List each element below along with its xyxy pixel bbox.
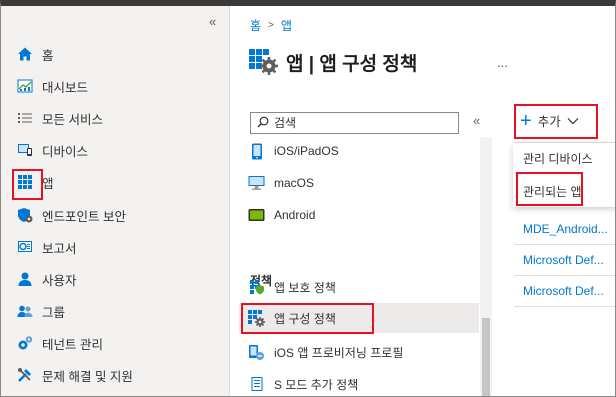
nav-label: 문제 해결 및 지원 <box>42 369 133 384</box>
window-frame: « 홈 대시보드 모든 서비스 디바이스 앱 엔드포인트 보안 보고서 사용자 … <box>0 0 616 397</box>
nav-item-users[interactable]: 사용자 <box>16 266 77 292</box>
menu-item-macos[interactable]: macOS <box>248 171 314 195</box>
row-divider <box>514 306 615 307</box>
nav-item-all-services[interactable]: 모든 서비스 <box>16 105 103 131</box>
row-divider <box>514 244 615 245</box>
menu-item-label: iOS 앱 프로비저닝 프로필 <box>274 345 404 360</box>
nav-label: 디바이스 <box>42 144 89 159</box>
nav-label: 엔드포인트 보안 <box>42 209 126 224</box>
reports-icon <box>16 239 33 256</box>
menu-item-label: macOS <box>274 176 315 190</box>
policy-link-row[interactable]: Microsoft Def... <box>523 253 604 267</box>
menu-item-android[interactable]: Android <box>248 203 315 227</box>
user-icon <box>16 271 33 288</box>
breadcrumb-separator: > <box>268 20 274 31</box>
nav-label: 모든 서비스 <box>42 112 103 127</box>
nav-label: 홈 <box>42 48 54 63</box>
s-mode-icon <box>248 376 265 393</box>
policy-link-row[interactable]: Microsoft Def... <box>523 284 604 298</box>
nav-label: 테넌트 관리 <box>42 337 103 352</box>
home-icon <box>16 46 33 63</box>
troubleshoot-icon <box>16 367 33 384</box>
nav-label: 대시보드 <box>42 80 89 95</box>
nav-item-endpoint-security[interactable]: 엔드포인트 보안 <box>16 202 126 228</box>
monitor-icon <box>248 175 265 192</box>
menu-item-label: Android <box>274 208 316 222</box>
page-title: 앱 | 앱 구성 정책 <box>286 54 418 75</box>
policy-link-row[interactable]: MDE_Android... <box>523 222 608 236</box>
highlight-apps-nav <box>12 169 43 200</box>
menu-item-label: 앱 보호 정책 <box>274 280 336 295</box>
nav-item-groups[interactable]: 그룹 <box>16 298 65 324</box>
breadcrumb-apps-link[interactable]: 앱 <box>281 17 292 34</box>
android-icon <box>248 207 265 224</box>
nav-item-tenant-admin[interactable]: 테넌트 관리 <box>16 330 103 356</box>
menu-item-app-protection-policy[interactable]: 앱 보호 정책 <box>248 275 336 299</box>
left-navigation: « 홈 대시보드 모든 서비스 디바이스 앱 엔드포인트 보안 보고서 사용자 … <box>1 6 230 396</box>
app-config-title-icon <box>248 46 278 79</box>
phone-icon <box>248 143 265 160</box>
menu-item-label: iOS/iPadOS <box>274 144 339 158</box>
nav-item-dashboard[interactable]: 대시보드 <box>16 73 88 99</box>
nav-label: 사용자 <box>42 273 77 288</box>
menu-scrollbar-thumb[interactable] <box>482 318 490 396</box>
dashboard-icon <box>16 78 33 95</box>
search-box[interactable] <box>250 112 459 134</box>
menu-item-label: S 모드 추가 정책 <box>274 377 359 392</box>
nav-label: 그룹 <box>42 305 66 320</box>
provisioning-icon <box>248 344 265 361</box>
more-options-button[interactable]: ... <box>497 55 508 70</box>
collapse-menu-button[interactable]: « <box>473 113 480 128</box>
search-icon <box>257 116 269 131</box>
search-input[interactable] <box>274 116 444 130</box>
devices-icon <box>16 142 33 159</box>
nav-label: 보고서 <box>42 241 77 256</box>
nav-item-devices[interactable]: 디바이스 <box>16 137 88 163</box>
collapse-nav-button[interactable]: « <box>209 14 216 29</box>
highlight-add-button <box>514 104 598 139</box>
nav-item-home[interactable]: 홈 <box>16 41 54 67</box>
breadcrumb-home-link[interactable]: 홈 <box>250 17 261 34</box>
group-icon <box>16 303 33 320</box>
app-protection-icon <box>248 279 265 296</box>
menu-item-s-mode[interactable]: S 모드 추가 정책 <box>248 372 358 396</box>
dropdown-item-managed-devices[interactable]: 관리 디바이스 <box>523 150 593 167</box>
menu-item-ios[interactable]: iOS/iPadOS <box>248 139 339 163</box>
tenant-gear-icon <box>16 335 33 352</box>
nav-label: 앱 <box>42 176 54 191</box>
menu-item-ios-provisioning[interactable]: iOS 앱 프로비저닝 프로필 <box>248 340 403 364</box>
list-icon <box>16 110 33 127</box>
highlight-app-config-item <box>241 303 374 334</box>
page-header: 앱 | 앱 구성 정책 <box>248 46 417 79</box>
nav-item-reports[interactable]: 보고서 <box>16 234 77 260</box>
breadcrumb: 홈 > 앱 <box>250 17 292 34</box>
shield-icon <box>16 207 33 224</box>
row-divider <box>514 275 615 276</box>
nav-item-troubleshooting[interactable]: 문제 해결 및 지원 <box>16 362 133 388</box>
highlight-managed-apps <box>516 172 583 206</box>
